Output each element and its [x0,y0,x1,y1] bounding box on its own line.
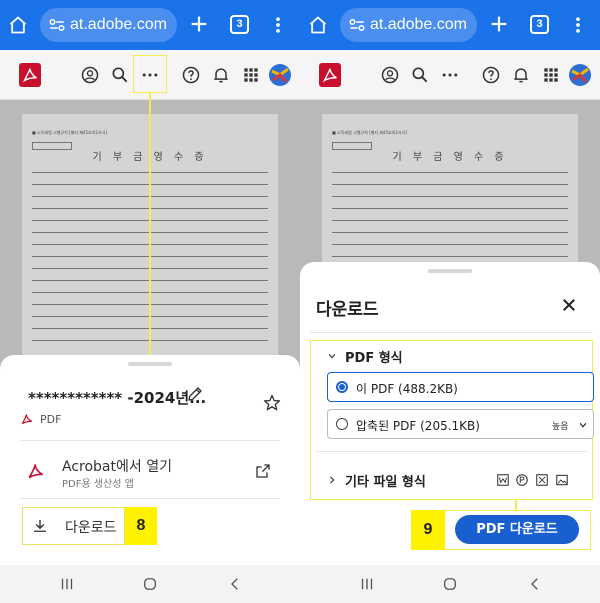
url-text: at.adobe.com [370,16,467,33]
screenshot-root: at.adobe.com 3 ■ 소득세법 시행규칙 [별지 제45호의2서식]… [0,0,600,603]
sheet-drag-handle[interactable] [428,269,472,273]
site-info-icon[interactable] [48,16,66,34]
url-text: at.adobe.com [70,16,167,33]
star-icon[interactable] [262,393,282,413]
help-icon[interactable] [181,65,201,85]
left-screen: at.adobe.com 3 ■ 소득세법 시행규칙 [별지 제45호의2서식]… [0,0,300,603]
annotation-connector [515,500,517,510]
tab-switcher-icon[interactable]: 3 [530,15,549,34]
option-compressed-pdf[interactable]: 압축된 PDF (205.1KB) 높음 [327,409,594,439]
step-badge-9: 9 [411,510,445,550]
recent-apps-icon[interactable] [358,575,376,593]
more-vert-icon[interactable] [268,14,288,36]
doc-rule [332,184,568,185]
divider [20,440,280,441]
address-bar[interactable]: at.adobe.com [340,8,477,42]
option-this-pdf-label: 이 PDF (488.2KB) [356,382,458,396]
download-sheet: 다운로드 PDF 형식 이 PDF (488.2KB) 압축된 PDF (205… [300,262,600,565]
browser-toolbar: at.adobe.com 3 [0,0,300,50]
site-info-icon[interactable] [348,16,366,34]
doc-rule [332,172,568,173]
doc-rule [332,196,568,197]
radio-selected[interactable] [336,381,348,393]
file-type-label: PDF [40,413,62,426]
home-icon[interactable] [308,15,328,35]
acrobat-toolbar [300,50,600,100]
open-external-icon [256,464,270,478]
download-row[interactable]: 다운로드 [22,507,125,545]
annotation-frame-more [133,55,167,93]
apps-grid-icon[interactable] [541,65,561,85]
doc-rule [332,232,568,233]
divider [317,451,587,452]
home-nav-icon[interactable] [441,575,459,593]
doc-rule [332,220,568,221]
add-account-icon[interactable] [380,65,400,85]
pdf-format-section-label[interactable]: PDF 형식 [345,347,403,366]
android-nav-bar [300,565,600,603]
document-note-text: ■ 소득세법 시행규칙 [별지 제45호의2서식] [332,130,407,135]
doc-rule [332,244,568,245]
home-icon[interactable] [8,15,28,35]
divider [20,498,280,499]
bell-icon[interactable] [511,65,531,85]
home-nav-icon[interactable] [141,575,159,593]
powerpoint-icon [516,474,528,486]
search-icon[interactable] [110,65,130,85]
sheet-drag-handle[interactable] [128,362,172,366]
download-icon [34,520,46,532]
add-account-icon[interactable] [80,65,100,85]
apps-grid-icon[interactable] [241,65,261,85]
file-name: ************ -2024년... [28,389,207,407]
acrobat-logo-icon[interactable] [319,63,341,87]
new-tab-icon[interactable] [188,13,210,35]
tab-switcher-icon[interactable]: 3 [230,15,249,34]
option-this-pdf[interactable]: 이 PDF (488.2KB) [327,372,594,402]
divider [310,332,593,333]
back-icon[interactable] [226,575,244,593]
pdf-download-button[interactable]: PDF 다운로드 [455,515,579,544]
doc-rule [332,256,568,257]
other-formats-section-label[interactable]: 기타 파일 형식 [345,471,426,490]
more-vert-icon[interactable] [568,14,588,36]
download-sheet-title: 다운로드 [316,300,379,320]
recent-apps-icon[interactable] [58,575,76,593]
chevron-down-icon[interactable] [578,420,588,430]
excel-icon [536,474,548,486]
chevron-right-icon[interactable] [327,475,337,485]
word-icon [497,474,509,486]
radio-unselected[interactable] [336,418,348,430]
more-horiz-icon[interactable] [440,65,460,85]
option-compressed-pdf-label: 압축된 PDF (205.1KB) [356,419,480,433]
search-icon[interactable] [410,65,430,85]
image-icon [556,474,568,486]
open-in-acrobat-label: Acrobat에서 열기 [62,459,172,475]
android-nav-bar [0,565,300,603]
back-icon[interactable] [526,575,544,593]
address-bar[interactable]: at.adobe.com [40,8,177,42]
download-label: 다운로드 [65,520,117,536]
avatar-icon[interactable] [568,63,592,87]
annotation-frame-formats: PDF 형식 이 PDF (488.2KB) 압축된 PDF (205.1KB)… [310,340,594,500]
doc-rule [332,208,568,209]
open-in-acrobat-sublabel: PDF용 생산성 앱 [62,479,134,490]
pdf-file-icon [21,414,32,425]
right-screen: at.adobe.com 3 ■ 소득세법 시행규칙 [별지 제45호의2서식]… [300,0,600,603]
chevron-down-icon[interactable] [327,351,337,361]
bell-icon[interactable] [211,65,231,85]
compression-level-select[interactable]: 높음 [552,419,569,432]
acrobat-logo-icon[interactable] [19,63,41,87]
acrobat-icon [28,464,44,479]
file-actions-sheet: ************ -2024년... PDF Acrobat에서 열기 … [0,355,300,565]
close-icon[interactable] [560,296,578,314]
help-icon[interactable] [481,65,501,85]
rename-pencil-icon[interactable] [186,385,204,403]
new-tab-icon[interactable] [488,13,510,35]
browser-toolbar: at.adobe.com 3 [300,0,600,50]
step-badge-8: 8 [125,507,157,545]
avatar-icon[interactable] [268,63,292,87]
document-title: 기 부 금 영 수 증 [392,152,508,163]
document-note-text: ■ 소득세법 시행규칙 [별지 제45호의2서식] [32,130,107,135]
